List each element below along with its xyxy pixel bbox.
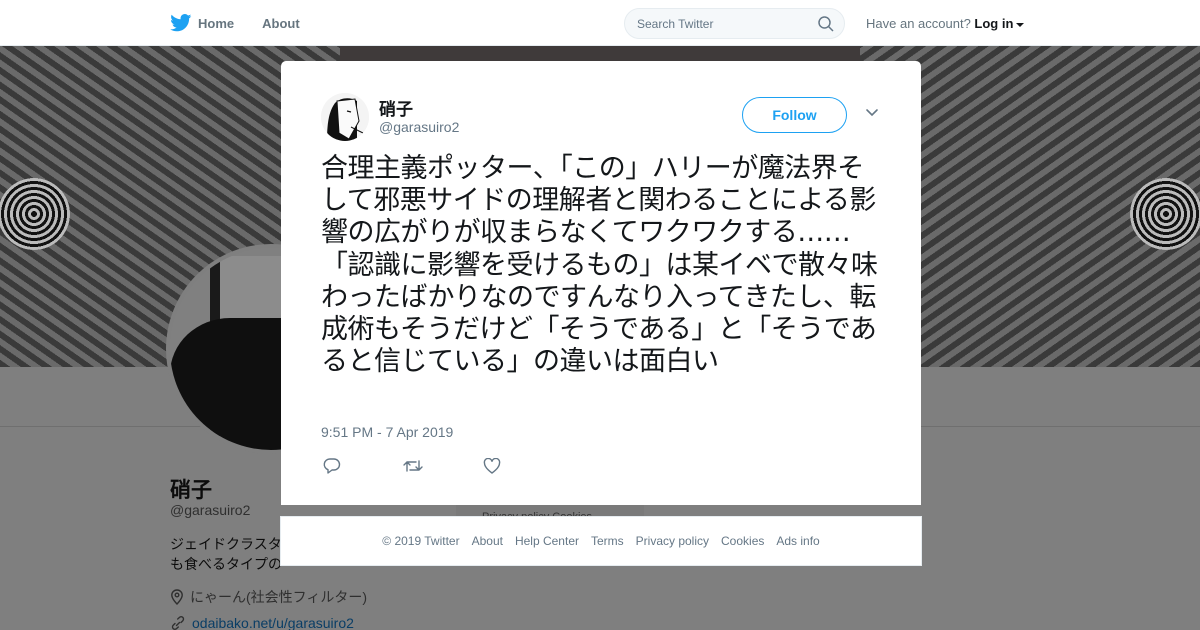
top-navigation-bar: Home About Search Twitter Have an accoun… bbox=[0, 0, 1200, 46]
retweet-button[interactable] bbox=[403, 456, 483, 476]
follow-button[interactable]: Follow bbox=[742, 97, 847, 133]
footer-copyright: © 2019 Twitter bbox=[382, 534, 460, 548]
footer-link-privacy-policy[interactable]: Privacy policy bbox=[636, 534, 709, 548]
link-icon bbox=[171, 616, 185, 630]
nav-group: Home About bbox=[170, 0, 328, 46]
caret-down-icon bbox=[1016, 22, 1025, 27]
footer-link-ads-info[interactable]: Ads info bbox=[776, 534, 819, 548]
tweet-author-name[interactable]: 硝子 bbox=[379, 95, 413, 120]
banner-spiral-right bbox=[1130, 178, 1200, 250]
twitter-bird-icon bbox=[170, 14, 192, 32]
account-menu[interactable]: Have an account? Log in bbox=[866, 16, 1025, 31]
chevron-down-icon[interactable] bbox=[865, 108, 879, 118]
profile-location: にゃーん(社会性フィルター) bbox=[170, 587, 367, 607]
like-icon bbox=[483, 458, 501, 474]
nav-about-label: About bbox=[262, 15, 300, 31]
footer-link-about[interactable]: About bbox=[472, 534, 503, 548]
banner-spiral-left bbox=[0, 178, 70, 250]
reply-button[interactable] bbox=[323, 456, 403, 476]
link-text[interactable]: odaibako.net/u/garasuiro2 bbox=[192, 615, 354, 630]
tweet-text: 合理主義ポッター、「この」ハリーが魔法界そして邪悪サイドの理解者と関わることによ… bbox=[321, 153, 878, 378]
tweet-actions bbox=[323, 456, 563, 476]
tweet-author-handle[interactable]: @garasuiro2 bbox=[379, 119, 459, 135]
nav-home[interactable]: Home bbox=[170, 14, 234, 32]
search-icon[interactable] bbox=[818, 16, 834, 32]
footer-link-terms[interactable]: Terms bbox=[591, 534, 624, 548]
footer-link-help-center[interactable]: Help Center bbox=[515, 534, 579, 548]
tweet-timestamp[interactable]: 9:51 PM - 7 Apr 2019 bbox=[321, 424, 453, 440]
profile-name: 硝子 bbox=[170, 479, 212, 502]
nav-home-label: Home bbox=[198, 15, 235, 31]
like-button[interactable] bbox=[483, 456, 563, 476]
modal-footer: © 2019 Twitter About Help Center Terms P… bbox=[280, 516, 922, 566]
footer-link-cookies[interactable]: Cookies bbox=[721, 534, 764, 548]
search-placeholder: Search Twitter bbox=[637, 17, 714, 31]
nav-about[interactable]: About bbox=[262, 16, 300, 31]
profile-handle: @garasuiro2 bbox=[170, 502, 251, 518]
tweet-modal: 硝子 @garasuiro2 Follow 合理主義ポッター、「この」ハリーが魔… bbox=[281, 61, 921, 505]
reply-icon bbox=[323, 458, 341, 474]
search-input[interactable]: Search Twitter bbox=[624, 8, 845, 39]
account-prompt: Have an account? bbox=[866, 16, 971, 31]
login-link[interactable]: Log in bbox=[974, 16, 1013, 31]
profile-link[interactable]: odaibako.net/u/garasuiro2 bbox=[170, 615, 354, 630]
location-pin-icon bbox=[171, 589, 183, 605]
tweet-author-avatar[interactable] bbox=[321, 93, 369, 141]
close-icon[interactable] bbox=[1154, 12, 1178, 36]
avatar-illustration bbox=[321, 93, 369, 141]
retweet-icon bbox=[403, 460, 423, 472]
location-text: にゃーん(社会性フィルター) bbox=[190, 589, 368, 605]
